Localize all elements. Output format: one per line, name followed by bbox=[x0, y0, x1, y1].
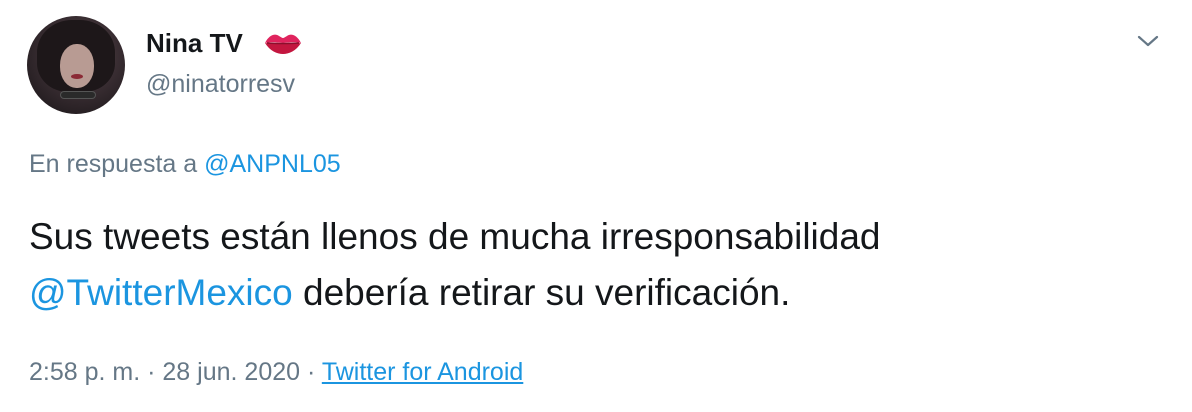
tweet-card: Nina TV @ninatorresv En respuesta a @ANP… bbox=[0, 0, 1192, 412]
reply-mention-link[interactable]: @ANPNL05 bbox=[204, 150, 341, 178]
avatar-face bbox=[60, 44, 94, 88]
tweet-mention-link[interactable]: @TwitterMexico bbox=[29, 272, 293, 313]
tweet-metadata: 2:58 p. m. · 28 jun. 2020 · Twitter for … bbox=[29, 356, 523, 388]
lips-kiss-icon bbox=[265, 34, 301, 54]
avatar-lips bbox=[71, 74, 83, 79]
reply-prefix: En respuesta a bbox=[29, 150, 198, 178]
avatar-choker bbox=[61, 92, 95, 98]
author-handle[interactable]: @ninatorresv bbox=[146, 68, 295, 100]
chevron-down-icon[interactable] bbox=[1133, 26, 1163, 56]
meta-separator: · bbox=[306, 358, 316, 386]
tweet-date[interactable]: 28 jun. 2020 bbox=[162, 358, 300, 386]
author-display-name[interactable]: Nina TV bbox=[146, 27, 243, 59]
reply-context: En respuesta a @ANPNL05 bbox=[29, 148, 341, 180]
tweet-text-line1: Sus tweets están llenos de mucha irrespo… bbox=[29, 216, 881, 257]
tweet-text-line2: debería retirar su verificación. bbox=[303, 272, 791, 313]
tweet-source-link[interactable]: Twitter for Android bbox=[322, 358, 523, 386]
meta-separator: · bbox=[147, 358, 156, 386]
avatar[interactable] bbox=[27, 16, 125, 114]
tweet-text: Sus tweets están llenos de mucha irrespo… bbox=[29, 209, 1149, 321]
tweet-time[interactable]: 2:58 p. m. bbox=[29, 358, 140, 386]
